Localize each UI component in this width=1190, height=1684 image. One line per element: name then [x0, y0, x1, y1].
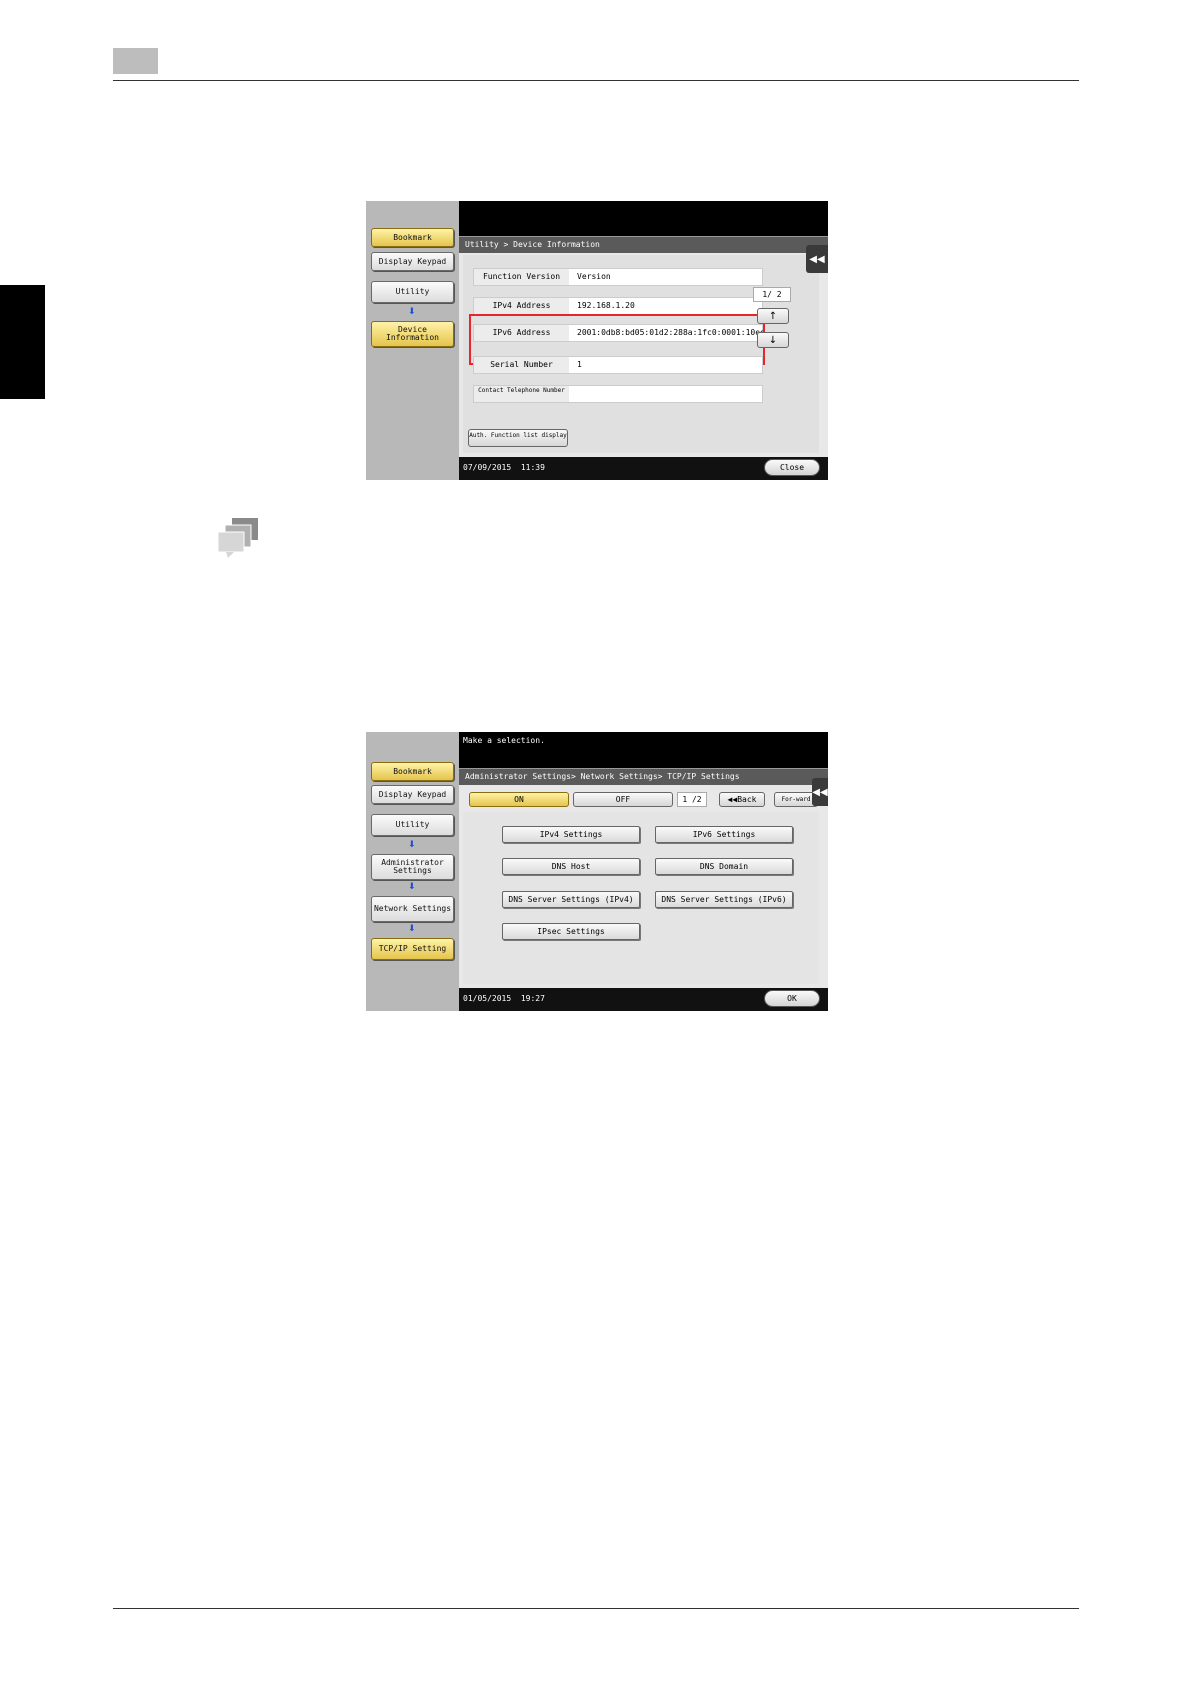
chapter-side-tab [0, 285, 45, 399]
date: 07/09/2015 [463, 463, 512, 472]
serial-number-row: Serial Number 1 [473, 356, 763, 374]
scroll-down-button[interactable]: ↓ [757, 332, 789, 348]
footer-rule [113, 1608, 1079, 1609]
utility-button[interactable]: Utility [371, 814, 454, 836]
date-time: 07/09/2015 11:39 [463, 463, 545, 472]
main-area: Utility > Device Information Function Ve… [459, 236, 828, 457]
time: 11:39 [520, 463, 545, 472]
dns-server-ipv4-button[interactable]: DNS Server Settings (IPv4) [502, 891, 640, 908]
administrator-settings-button[interactable]: Administrator Settings [371, 854, 454, 880]
ipv6-settings-button[interactable]: IPv6 Settings [655, 826, 793, 843]
time: 19:27 [520, 994, 545, 1003]
row-label: Serial Number [474, 357, 569, 373]
auth-function-list-button[interactable]: Auth. Function list display [468, 429, 568, 447]
row-label: IPv4 Address [474, 298, 569, 314]
bookmark-button[interactable]: Bookmark [371, 762, 454, 781]
double-left-arrow-icon: ◀◀ [812, 786, 828, 798]
left-panel: Bookmark Display Keypad Utility ⬇ Device… [366, 201, 459, 480]
arrow-down-icon: ⬇ [408, 924, 416, 934]
dns-domain-button[interactable]: DNS Domain [655, 858, 793, 875]
breadcrumb: Administrator Settings> Network Settings… [459, 768, 828, 785]
bookmark-button[interactable]: Bookmark [371, 228, 454, 247]
row-value: Version [577, 272, 611, 281]
network-settings-button[interactable]: Network Settings [371, 896, 454, 922]
device-information-button[interactable]: Device Information [371, 321, 454, 347]
row-label: Function Version [474, 269, 569, 285]
back-label: Back [737, 795, 757, 804]
on-button[interactable]: ON [469, 792, 569, 807]
arrow-down-icon: ⬇ [408, 307, 416, 317]
date-time: 01/05/2015 19:27 [463, 994, 545, 1003]
tcpip-setting-button[interactable]: TCP/IP Setting [371, 938, 454, 960]
ipsec-settings-button[interactable]: IPsec Settings [502, 923, 640, 940]
device-information-screen: Bookmark Display Keypad Utility ⬇ Device… [366, 201, 828, 480]
status-bar: 01/05/2015 19:27 OK [459, 988, 828, 1011]
row-value: 192.168.1.20 [577, 301, 635, 310]
info-content: Function Version Version IPv4 Address 19… [463, 255, 819, 453]
off-button[interactable]: OFF [573, 792, 673, 807]
arrow-down-icon: ⬇ [408, 882, 416, 892]
scroll-up-button[interactable]: ↑ [757, 308, 789, 324]
instruction-message: Make a selection. [463, 736, 545, 745]
close-button[interactable]: Close [764, 459, 820, 476]
ok-button[interactable]: OK [764, 990, 820, 1007]
function-version-row: Function Version Version [473, 268, 763, 286]
dns-server-ipv6-button[interactable]: DNS Server Settings (IPv6) [655, 891, 793, 908]
status-bar: 07/09/2015 11:39 Close [459, 457, 828, 480]
forward-label: For-ward [781, 795, 811, 803]
arrow-down-icon: ↓ [768, 334, 778, 346]
page-indicator: 1/ 2 [753, 287, 791, 302]
header-chapter-box [113, 48, 158, 74]
row-label: Contact Telephone Number [474, 386, 569, 402]
ipv4-address-row: IPv4 Address 192.168.1.20 [473, 297, 763, 315]
tcpip-settings-screen: Bookmark Display Keypad Utility ⬇ Admini… [366, 732, 828, 1011]
display-keypad-button[interactable]: Display Keypad [371, 785, 454, 804]
row-value: 1 [577, 360, 582, 369]
page-indicator: 1 /2 [677, 792, 707, 807]
arrow-up-icon: ↑ [768, 310, 778, 322]
display-keypad-button[interactable]: Display Keypad [371, 252, 454, 271]
left-panel: Bookmark Display Keypad Utility ⬇ Admini… [366, 732, 459, 1011]
dns-host-button[interactable]: DNS Host [502, 858, 640, 875]
contact-telephone-row: Contact Telephone Number [473, 385, 763, 403]
header-rule [113, 80, 1079, 81]
back-button[interactable]: ◀◀ Back [719, 792, 765, 807]
utility-button[interactable]: Utility [371, 281, 454, 303]
arrow-down-icon: ⬇ [408, 840, 416, 850]
collapse-panel-button[interactable]: ◀◀ [806, 245, 828, 273]
collapse-panel-button[interactable]: ◀◀ [812, 778, 828, 806]
note-stack-icon [217, 518, 258, 558]
breadcrumb: Utility > Device Information [459, 236, 828, 253]
date: 01/05/2015 [463, 994, 512, 1003]
ipv4-settings-button[interactable]: IPv4 Settings [502, 826, 640, 843]
double-left-arrow-icon: ◀◀ [809, 253, 825, 265]
double-left-arrow-icon: ◀◀ [727, 795, 738, 804]
